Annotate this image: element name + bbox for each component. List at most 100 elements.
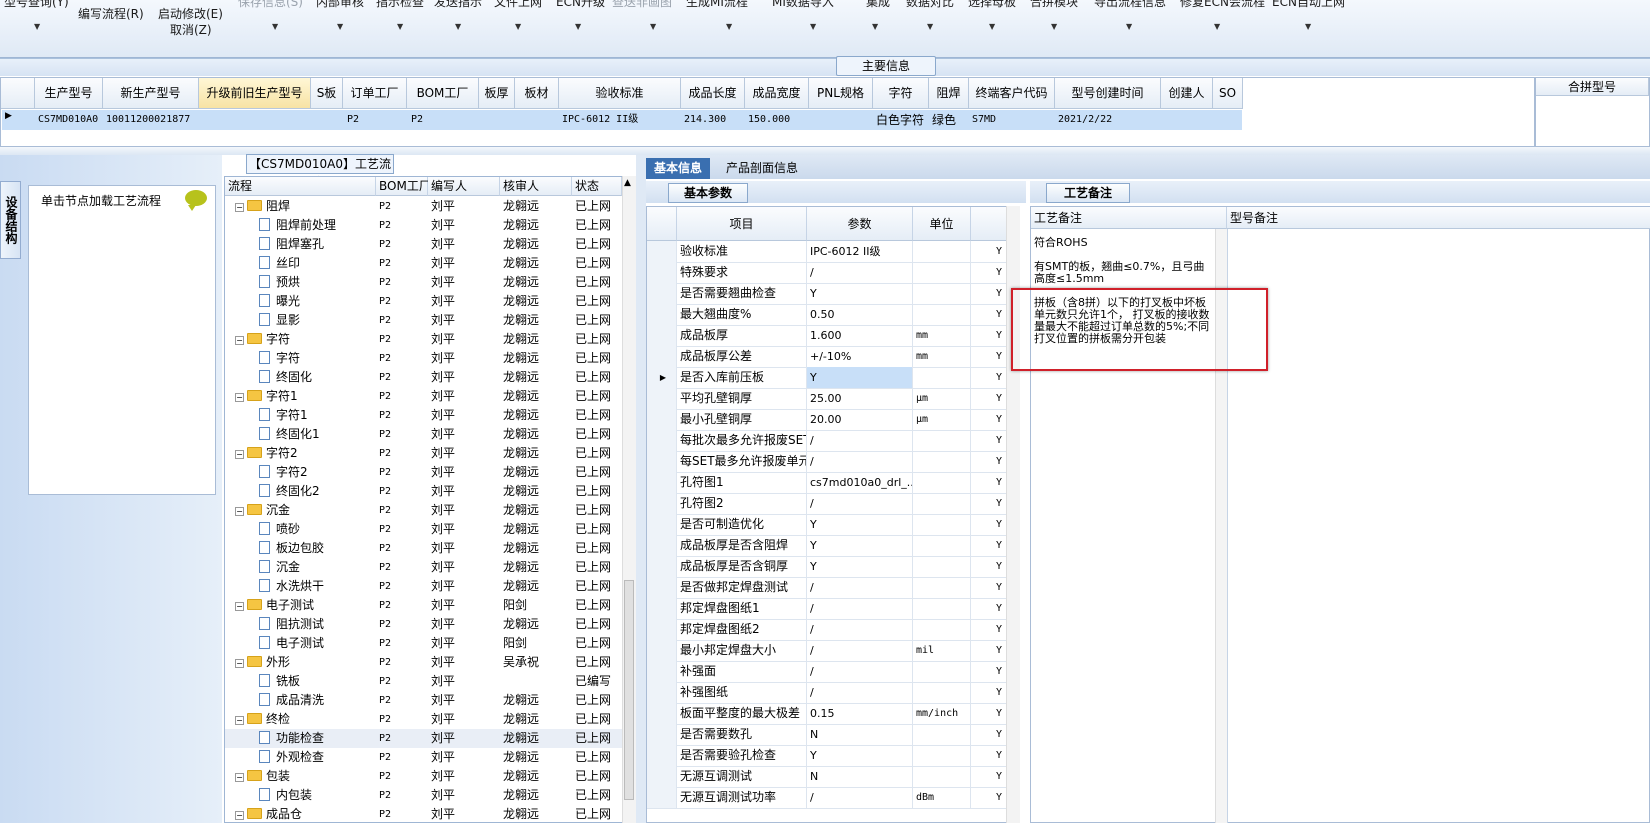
cell[interactable] [1161, 110, 1213, 130]
chevron-down-icon[interactable]: ▼ [1051, 22, 1057, 31]
param-value[interactable]: Y [807, 283, 913, 305]
internal-review-button[interactable]: 内部审核 [316, 0, 364, 10]
tree-header-writer[interactable]: 编写人 [428, 177, 500, 196]
tree-row[interactable]: 成品清洗 P2 刘平 龙翱远 已上网 [225, 691, 623, 710]
tree-header-bom[interactable]: BOM工厂 [376, 177, 431, 196]
collapse-icon[interactable]: − [235, 602, 244, 611]
export-flow-info-button[interactable]: 导出流程信息 [1094, 0, 1166, 10]
collapse-icon[interactable]: − [235, 811, 244, 820]
tree-row[interactable]: 沉金 P2 刘平 龙翱远 已上网 [225, 558, 623, 577]
tree-header-reviewer[interactable]: 核审人 [500, 177, 572, 196]
col-header[interactable]: BOM工厂 [407, 78, 479, 109]
cell[interactable]: CS7MD010A0 [35, 110, 103, 130]
chevron-down-icon[interactable]: ▼ [1305, 22, 1311, 31]
param-value[interactable]: cs7md010a0_drl_... [807, 472, 913, 494]
write-flow-button[interactable]: 编写流程(R) [78, 5, 144, 22]
param-value[interactable]: 25.00 [807, 388, 913, 410]
tree-row[interactable]: 显影 P2 刘平 龙翱远 已上网 [225, 311, 623, 330]
cell[interactable]: 10011200021877 [103, 110, 199, 130]
send-instruction-button[interactable]: 发送指示 [434, 0, 482, 10]
tree-row[interactable]: 阻抗测试 P2 刘平 龙翱远 已上网 [225, 615, 623, 634]
chevron-down-icon[interactable]: ▼ [397, 22, 403, 31]
chevron-down-icon[interactable]: ▼ [34, 22, 40, 31]
param-row[interactable]: 最小孔壁铜厚 20.00 μm Y [647, 409, 1007, 431]
param-value[interactable]: 0.50 [807, 304, 913, 326]
param-value[interactable]: / [807, 451, 913, 473]
param-value[interactable]: Y [807, 745, 913, 767]
tab-product-profile[interactable]: 产品剖面信息 [718, 158, 806, 179]
col-header[interactable]: 板材 [515, 78, 559, 109]
cell[interactable] [479, 110, 515, 130]
save-info-button[interactable]: 保存信息(S) [238, 0, 303, 10]
param-value[interactable]: Y [807, 535, 913, 557]
collapse-icon[interactable]: − [235, 507, 244, 516]
tree-row[interactable]: 外观检查 P2 刘平 龙翱远 已上网 [225, 748, 623, 767]
tree-row[interactable]: − 成品仓 P2 刘平 龙翱远 已上网 [225, 805, 623, 822]
chevron-down-icon[interactable]: ▼ [455, 22, 461, 31]
param-value[interactable]: Y [807, 556, 913, 578]
param-row[interactable]: 最小邦定焊盘大小 / mil Y [647, 640, 1007, 662]
col-header[interactable]: 验收标准 [559, 78, 681, 109]
ecn-auto-upload-button[interactable]: ECN自动上网 [1272, 0, 1345, 10]
select-motherboard-button[interactable]: 选择母板 [968, 0, 1016, 10]
col-header[interactable]: 升级前旧生产型号 [199, 78, 311, 109]
notes-header-process[interactable]: 工艺备注 [1031, 207, 1227, 229]
send-drawing-button[interactable]: 查送非画图 [612, 0, 672, 10]
param-row[interactable]: 孔符图2/ Y [647, 493, 1007, 515]
chevron-down-icon[interactable]: ▼ [810, 22, 816, 31]
tree-row[interactable]: 铣板 P2 刘平 已编写 [225, 672, 623, 691]
cell[interactable]: 150.000 [745, 110, 809, 130]
param-row[interactable]: ▶ 是否入库前压板 Y Y [647, 367, 1007, 389]
chevron-down-icon[interactable]: ▼ [515, 22, 521, 31]
tree-row[interactable]: − 电子测试 P2 刘平 阳剑 已上网 [225, 596, 623, 615]
param-row[interactable]: 无源互调测试 N Y [647, 766, 1007, 788]
merged-model-header[interactable]: 合拼型号 [1536, 78, 1649, 96]
tree-row[interactable]: 终固化 P2 刘平 龙翱远 已上网 [225, 368, 623, 387]
tree-row[interactable]: 水洗烘干 P2 刘平 龙翱远 已上网 [225, 577, 623, 596]
col-header[interactable]: 成品宽度 [745, 78, 809, 109]
load-flow-box[interactable]: 单击节点加载工艺流程 [28, 185, 216, 495]
collapse-icon[interactable]: − [235, 773, 244, 782]
tree-row[interactable]: 预烘 P2 刘平 龙翱远 已上网 [225, 273, 623, 292]
param-row[interactable]: 验收标准 IPC-6012 II级 Y [647, 241, 1007, 263]
chevron-down-icon[interactable]: ▼ [989, 22, 995, 31]
collapse-icon[interactable]: − [235, 450, 244, 459]
params-header-item[interactable]: 项目 [677, 207, 807, 241]
chevron-down-icon[interactable]: ▼ [272, 22, 278, 31]
cell[interactable]: 214.300 [681, 110, 745, 130]
param-value[interactable]: N [807, 766, 913, 788]
chevron-down-icon[interactable]: ▼ [927, 22, 933, 31]
cell[interactable]: 白色字符 [873, 110, 929, 130]
tree-row[interactable]: − 阻焊 P2 刘平 龙翱远 已上网 [225, 197, 623, 216]
param-row[interactable]: 是否需要翘曲检查 Y Y [647, 283, 1007, 305]
start-modify-button[interactable]: 启动修改(E) [158, 5, 223, 22]
tree-row[interactable]: 内包装 P2 刘平 龙翱远 已上网 [225, 786, 623, 805]
params-header-unit[interactable]: 单位 [913, 207, 971, 241]
param-row[interactable]: 成品板厚是否含阻焊 Y Y [647, 535, 1007, 557]
collapse-icon[interactable]: − [235, 716, 244, 725]
col-header[interactable]: 创建人 [1161, 78, 1213, 109]
param-row[interactable]: 成品板厚是否含铜厚 Y Y [647, 556, 1007, 578]
integrate-button[interactable]: 集成 [866, 0, 890, 10]
param-value[interactable]: / [807, 493, 913, 515]
tree-row[interactable]: 阻焊前处理 P2 刘平 龙翱远 已上网 [225, 216, 623, 235]
tree-row[interactable]: − 字符1 P2 刘平 龙翱远 已上网 [225, 387, 623, 406]
param-value[interactable]: / [807, 619, 913, 641]
scroll-up-icon[interactable]: ▲ [624, 178, 631, 188]
col-header[interactable]: 成品长度 [681, 78, 745, 109]
collapse-icon[interactable]: − [235, 659, 244, 668]
col-header[interactable]: 新生产型号 [103, 78, 199, 109]
tree-row[interactable]: 终固化2 P2 刘平 龙翱远 已上网 [225, 482, 623, 501]
cell[interactable]: P2 [407, 110, 479, 130]
vertical-splitter[interactable] [636, 155, 646, 823]
tree-header-flow[interactable]: 流程 [225, 177, 376, 196]
tree-row[interactable]: 功能检查 P2 刘平 龙翱远 已上网 [225, 729, 623, 748]
tree-row[interactable]: 字符 P2 刘平 龙翱远 已上网 [225, 349, 623, 368]
param-row[interactable]: 邦定焊盘图纸1/ Y [647, 598, 1007, 620]
ecn-upgrade-button[interactable]: ECN升级 [556, 0, 605, 10]
param-row[interactable]: 成品板厚公差 +/-10% mm Y [647, 346, 1007, 368]
tree-row[interactable]: − 外形 P2 刘平 吴承祝 已上网 [225, 653, 623, 672]
cell[interactable]: 绿色 [929, 110, 969, 130]
cell[interactable] [1213, 110, 1243, 130]
mi-data-import-button[interactable]: MI数据导入 [772, 0, 834, 10]
